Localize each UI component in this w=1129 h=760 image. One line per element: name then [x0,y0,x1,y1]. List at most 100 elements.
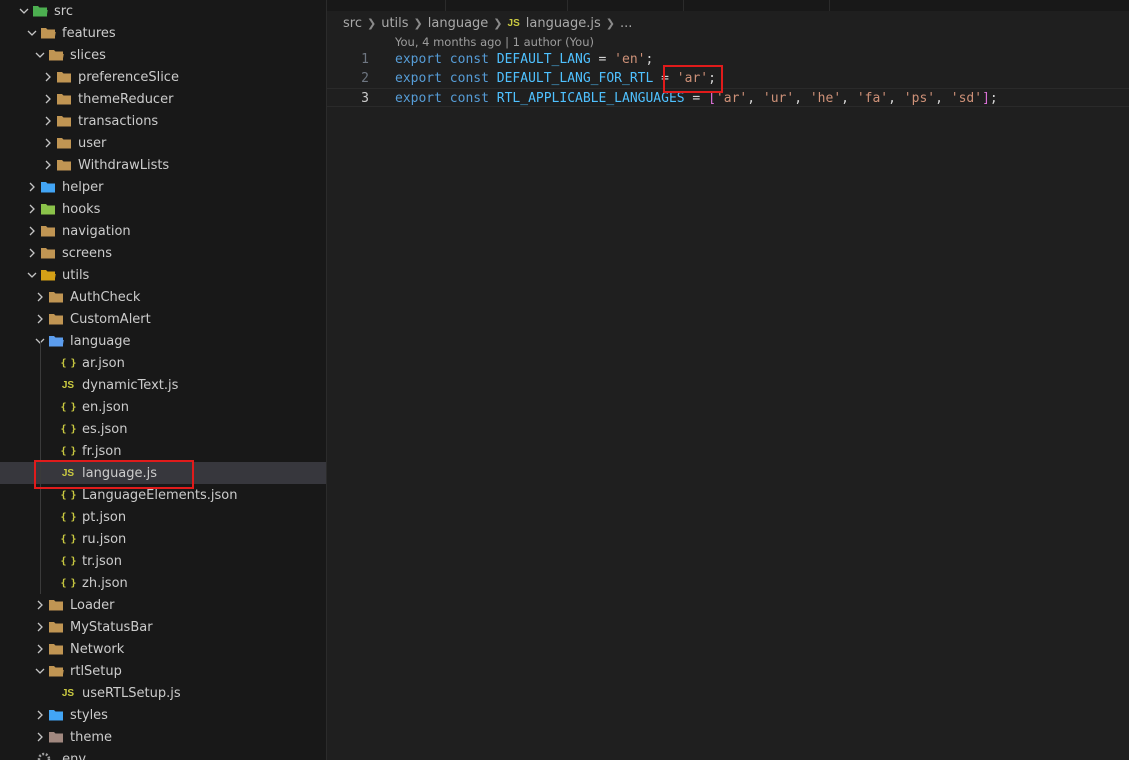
tree-folder-item[interactable]: theme [0,726,326,748]
tree-folder-item[interactable]: user [0,132,326,154]
tree-folder-item[interactable]: utils [0,264,326,286]
chevron-down-icon[interactable] [32,44,48,66]
tree-item-label: ar.json [82,355,125,371]
line-text: export const DEFAULT_LANG = 'en'; [395,50,653,69]
tree-item-label: tr.json [82,553,122,569]
tree-file-item[interactable]: { } tr.json [0,550,326,572]
chevron-down-icon[interactable] [32,660,48,682]
tree-folder-item[interactable]: CustomAlert [0,308,326,330]
codelens-blame[interactable]: You, 4 months ago | 1 author (You) [395,35,594,49]
folder-open-icon [40,25,56,41]
tree-item-label: dynamicText.js [82,377,179,393]
tree-file-item[interactable]: JS useRTLSetup.js [0,682,326,704]
code-token: const [449,71,489,86]
tree-folder-item[interactable]: features [0,22,326,44]
code-line[interactable]: 1 export const DEFAULT_LANG = 'en'; [327,50,1129,69]
breadcrumb-file[interactable]: language.js [526,16,601,31]
tree-file-item[interactable]: { } ru.json [0,528,326,550]
chevron-right-icon: ❯ [493,16,503,30]
json-icon: { } [60,401,76,413]
tree-item-label: MyStatusBar [70,619,153,635]
tree-file-item[interactable]: JS dynamicText.js [0,374,326,396]
chevron-right-icon[interactable] [24,176,40,198]
tree-item-label: screens [62,245,112,261]
tree-folder-item[interactable]: rtlSetup [0,660,326,682]
chevron-right-icon[interactable] [40,154,56,176]
chevron-down-icon[interactable] [24,264,40,286]
tree-file-item[interactable]: { } fr.json [0,440,326,462]
tree-item-label: theme [70,729,112,745]
tree-item-label: styles [70,707,108,723]
code-token: const [449,91,489,106]
chevron-right-icon[interactable] [32,638,48,660]
folder-icon [56,113,72,129]
tree-folder-item[interactable]: styles [0,704,326,726]
folder-icon [40,245,56,261]
breadcrumb: src ❯ utils ❯ language ❯ JS language.js … [343,14,632,32]
folder-icon [56,135,72,151]
tree-folder-item[interactable]: slices [0,44,326,66]
editor-tab[interactable] [445,0,568,11]
chevron-right-icon[interactable] [40,110,56,132]
chevron-right-icon[interactable] [32,704,48,726]
breadcrumb-utils[interactable]: utils [381,16,408,31]
code-token: DEFAULT_LANG [496,52,591,67]
folder-open-icon [48,663,64,679]
tree-folder-item[interactable]: src [0,0,326,22]
chevron-right-icon[interactable] [32,308,48,330]
tree-folder-item[interactable]: hooks [0,198,326,220]
tree-file-item[interactable]: { } zh.json [0,572,326,594]
chevron-right-icon[interactable] [24,220,40,242]
tree-folder-item[interactable]: MyStatusBar [0,616,326,638]
styles-folder-icon [48,707,64,723]
tree-item-label: utils [62,267,90,283]
code-line[interactable]: 3 export const RTL_APPLICABLE_LANGUAGES =… [327,88,1129,107]
code-token: 'ar' [715,91,748,106]
breadcrumb-src[interactable]: src [343,16,362,31]
json-icon: { } [60,577,76,589]
tree-file-item[interactable]: { } pt.json [0,506,326,528]
chevron-right-icon[interactable] [32,286,48,308]
tree-item-label: Loader [70,597,115,613]
code-token: ] [982,91,990,106]
tree-folder-item[interactable]: screens [0,242,326,264]
editor-tab[interactable] [683,0,830,11]
chevron-down-icon[interactable] [24,22,40,44]
chevron-down-icon[interactable] [16,0,32,22]
tree-folder-item[interactable]: helper [0,176,326,198]
chevron-right-icon[interactable] [40,132,56,154]
chevron-right-icon[interactable] [32,594,48,616]
breadcrumb-language[interactable]: language [428,16,489,31]
chevron-right-icon[interactable] [40,88,56,110]
chevron-right-icon[interactable] [40,66,56,88]
tree-file-item[interactable]: { } ar.json [0,352,326,374]
code-token: = [590,52,615,67]
tree-folder-item[interactable]: WithdrawLists [0,154,326,176]
json-icon: { } [60,511,76,523]
breadcrumb-symbols[interactable]: ... [620,16,632,31]
editor-tab[interactable] [567,0,684,11]
tree-file-item[interactable]: { } en.json [0,396,326,418]
chevron-right-icon[interactable] [24,198,40,220]
json-icon: { } [60,357,76,369]
tree-folder-item[interactable]: language [0,330,326,352]
tree-file-item[interactable]: { } es.json [0,418,326,440]
tree-item-label: es.json [82,421,128,437]
tree-folder-item[interactable]: transactions [0,110,326,132]
code-line[interactable]: 2 export const DEFAULT_LANG_FOR_RTL = 'ar… [327,69,1129,88]
chevron-right-icon[interactable] [32,726,48,748]
tree-folder-item[interactable]: themeReducer [0,88,326,110]
tree-folder-item[interactable]: Network [0,638,326,660]
tree-folder-item[interactable]: Loader [0,594,326,616]
chevron-right-icon[interactable] [24,242,40,264]
tree-folder-item[interactable]: AuthCheck [0,286,326,308]
tree-item-label: WithdrawLists [78,157,170,173]
tree-folder-item[interactable]: preferenceSlice [0,66,326,88]
tree-file-item[interactable]: .env [0,748,326,760]
code-token: [ [708,91,716,106]
code-token: , [747,91,763,106]
chevron-right-icon[interactable] [32,616,48,638]
theme-folder-icon [48,729,64,745]
editor-tab[interactable] [327,0,446,11]
tree-folder-item[interactable]: navigation [0,220,326,242]
